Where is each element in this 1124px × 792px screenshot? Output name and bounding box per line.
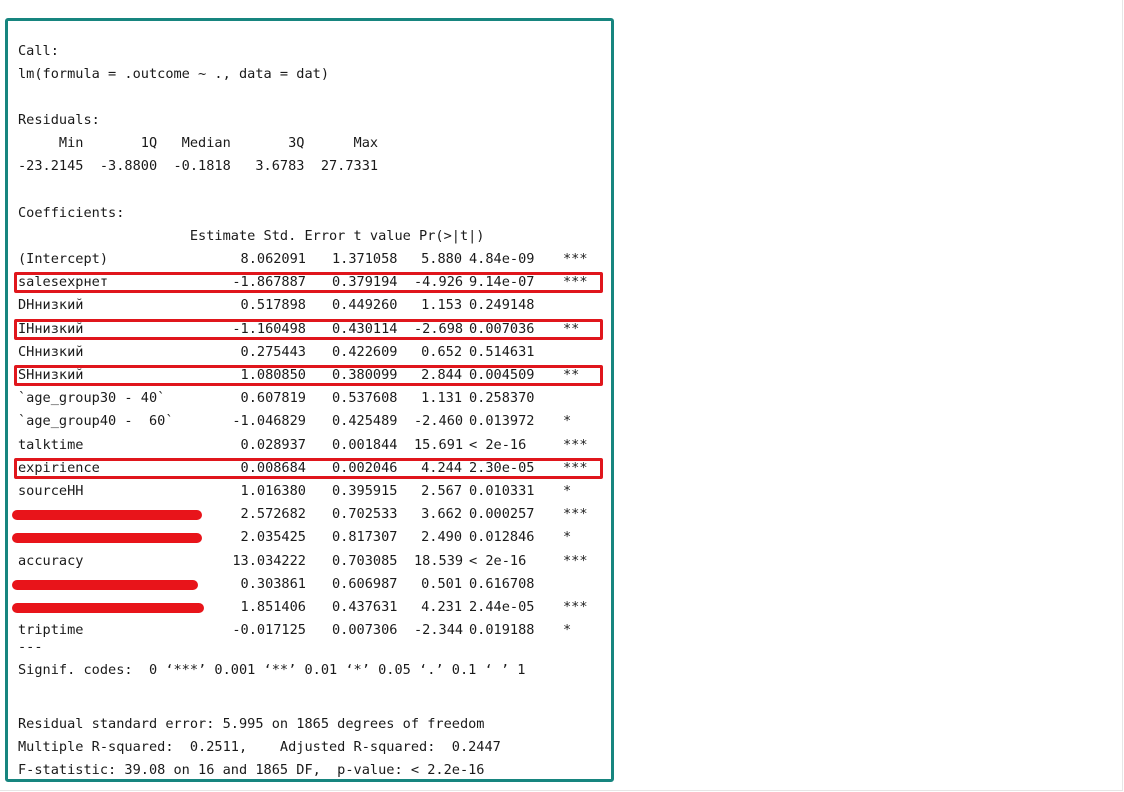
coefficient-estimate: 0.303861 [240, 575, 306, 592]
highlight-box [14, 318, 603, 340]
coefficient-p-value: 0.514631 [469, 343, 535, 360]
coefficient-std-error: 0.395915 [332, 483, 398, 499]
coefficient-p-value: 0.010331 [469, 483, 535, 499]
highlight-box [14, 457, 603, 479]
r-output-panel: Call: lm(formula = .outcome ~ ., data = … [5, 18, 614, 782]
coefficient-p-value: 0.012846 [469, 529, 535, 546]
call-header: Call: [18, 43, 59, 59]
coefficient-name: DHнизкий [18, 297, 84, 314]
coefficient-p-value: < 2e-16 [469, 552, 527, 569]
r-squared-line: Multiple R-squared: 0.2511, Adjusted R-s… [18, 739, 501, 755]
signif-codes: Signif. codes: 0 ‘***’ 0.001 ‘**’ 0.01 ‘… [18, 662, 526, 678]
coefficient-p-value: 0.258370 [469, 390, 535, 407]
coefficient-std-error: 0.537608 [332, 390, 398, 407]
coefficient-p-value: < 2e-16 [469, 436, 527, 453]
coefficient-std-error: 0.007306 [332, 622, 398, 639]
coefficient-significance: * [563, 413, 572, 430]
coefficient-estimate: 0.028937 [240, 436, 306, 453]
coefficient-t-value: 0.652 [421, 343, 462, 360]
coefficient-significance: * [563, 622, 572, 639]
residuals-quantile-values: -23.2145 -3.8800 -0.1818 3.6783 27.7331 [18, 158, 379, 174]
redaction-mark [12, 510, 202, 521]
coefficient-estimate: 2.035425 [240, 529, 306, 546]
residuals-quantile-labels: Min 1Q Median 3Q Max [18, 135, 379, 151]
coefficient-name: `age_group40 - 60` [18, 413, 174, 430]
coefficient-t-value: 15.691 [414, 436, 464, 453]
coefficient-p-value: 0.249148 [469, 297, 535, 314]
coefficient-p-value: 0.019188 [469, 622, 535, 639]
coefficient-std-error: 0.437631 [332, 599, 398, 615]
separator: --- [18, 639, 43, 655]
coefficient-std-error: 0.422609 [332, 343, 398, 360]
coefficient-estimate: 0.607819 [240, 390, 306, 407]
coefficient-t-value: 4.231 [421, 599, 462, 615]
coefficient-std-error: 0.425489 [332, 413, 398, 430]
coefficient-t-value: -2.460 [414, 413, 464, 430]
coefficient-significance: * [563, 483, 572, 499]
coefficient-name: sourceHH [18, 483, 84, 499]
coefficient-std-error: 1.371058 [332, 251, 398, 267]
coefficient-estimate: 2.572682 [240, 506, 306, 523]
coefficient-t-value: 0.501 [421, 575, 462, 592]
coefficient-name: `age_group30 - 40` [18, 390, 166, 407]
coefficient-t-value: 1.153 [421, 297, 462, 314]
coefficient-estimate: -0.017125 [232, 622, 306, 639]
coefficient-t-value: 18.539 [414, 552, 464, 569]
coefficient-significance: *** [563, 436, 588, 453]
coefficient-t-value: 2.490 [421, 529, 462, 546]
coefficient-t-value: 1.131 [421, 390, 462, 407]
coefficient-estimate: 8.062091 [240, 251, 306, 267]
coefficient-estimate: 1.851406 [240, 599, 306, 615]
coefficients-column-headers: Estimate Std. Error t value Pr(>|t|) [18, 228, 485, 244]
residual-standard-error: Residual standard error: 5.995 on 1865 d… [18, 716, 485, 732]
highlight-box [14, 272, 603, 294]
coefficient-t-value: 2.567 [421, 483, 462, 499]
coefficient-p-value: 0.013972 [469, 413, 535, 430]
coefficient-std-error: 0.817307 [332, 529, 398, 546]
coefficient-significance: *** [563, 251, 588, 267]
coefficient-t-value: 3.662 [421, 506, 462, 523]
coefficient-t-value: 5.880 [421, 251, 462, 267]
coefficient-t-value: -2.344 [414, 622, 464, 639]
coefficient-name: talktime [18, 436, 84, 453]
redaction-mark [12, 533, 202, 544]
coefficient-std-error: 0.702533 [332, 506, 398, 523]
coefficient-significance: *** [563, 552, 588, 569]
coefficient-std-error: 0.606987 [332, 575, 398, 592]
coefficient-significance: *** [563, 599, 588, 615]
coefficient-p-value: 2.44e-05 [469, 599, 535, 615]
coefficient-estimate: 0.275443 [240, 343, 306, 360]
coefficient-std-error: 0.703085 [332, 552, 398, 569]
coefficient-significance: *** [563, 506, 588, 523]
coefficient-p-value: 4.84e-09 [469, 251, 535, 267]
residuals-header: Residuals: [18, 112, 100, 128]
coefficient-estimate: 1.016380 [240, 483, 306, 499]
redaction-mark [12, 603, 204, 613]
coefficient-name: accuracy [18, 552, 84, 569]
coefficient-name: (Intercept) [18, 251, 109, 267]
coefficient-estimate: 0.517898 [240, 297, 306, 314]
highlight-box [14, 365, 603, 386]
redaction-mark [12, 579, 198, 590]
coefficient-p-value: 0.616708 [469, 575, 535, 592]
coefficient-estimate: 13.034222 [232, 552, 306, 569]
coefficients-header: Coefficients: [18, 205, 125, 221]
coefficient-std-error: 0.449260 [332, 297, 398, 314]
coefficient-estimate: -1.046829 [232, 413, 306, 430]
f-statistic-line: F-statistic: 39.08 on 16 and 1865 DF, p-… [18, 762, 485, 778]
coefficient-std-error: 0.001844 [332, 436, 398, 453]
coefficient-significance: * [563, 529, 572, 546]
call-formula: lm(formula = .outcome ~ ., data = dat) [18, 66, 329, 82]
coefficient-name: CHнизкий [18, 343, 84, 360]
coefficient-p-value: 0.000257 [469, 506, 535, 523]
